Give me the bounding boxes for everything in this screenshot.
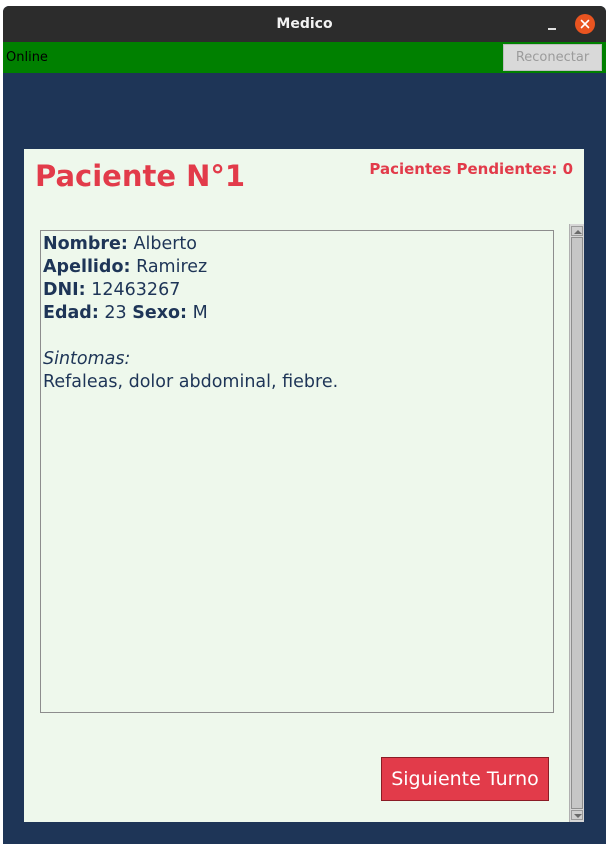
scroll-down-button[interactable] [571,810,583,820]
close-icon [580,19,590,29]
apellido-line: Apellido: Ramirez [43,256,551,279]
reconnect-button[interactable]: Reconectar [503,44,602,71]
patient-panel: Paciente N°1 Pacientes Pendientes: 0 Nom… [24,149,584,822]
arrow-up-icon [574,230,582,234]
edad-sexo-line: Edad: 23 Sexo: M [43,302,551,325]
scroll-up-button[interactable] [571,226,583,236]
patient-info-textbox[interactable]: Nombre: Alberto Apellido: Ramirez DNI: 1… [40,230,554,713]
apellido-value: Ramirez [136,257,208,277]
scroll-thumb[interactable] [571,237,583,809]
edad-label: Edad: [43,303,99,323]
window-title: Medico [276,16,333,32]
title-bar[interactable]: Medico [3,6,606,42]
close-button[interactable] [575,14,595,34]
minimize-icon [548,28,556,30]
patient-number-title: Paciente N°1 [35,159,246,193]
connection-status-bar: Online Reconectar [3,42,606,73]
sintomas-label: Sintomas: [43,349,131,369]
apellido-label: Apellido: [43,257,131,277]
minimize-button[interactable] [543,12,561,36]
edad-value: 23 [104,303,127,323]
sintomas-value: Refaleas, dolor abdominal, fiebre. [43,372,339,392]
app-window: Medico Online Reconectar Paciente N°1 Pa… [3,6,606,844]
sexo-label: Sexo: [132,303,188,323]
nombre-label: Nombre: [43,234,128,254]
arrow-down-icon [574,814,582,818]
next-turn-button[interactable]: Siguiente Turno [381,757,549,801]
vertical-scrollbar[interactable] [569,224,584,822]
pending-patients-count: 0 [562,160,573,178]
sexo-value: M [192,303,208,323]
nombre-line: Nombre: Alberto [43,233,551,256]
dni-value: 12463267 [91,280,181,300]
nombre-value: Alberto [133,234,197,254]
dni-line: DNI: 12463267 [43,279,551,302]
pending-patients: Pacientes Pendientes: 0 [369,160,573,178]
connection-status-text: Online [6,50,48,65]
pending-patients-label: Pacientes Pendientes: [369,160,558,178]
dni-label: DNI: [43,280,86,300]
